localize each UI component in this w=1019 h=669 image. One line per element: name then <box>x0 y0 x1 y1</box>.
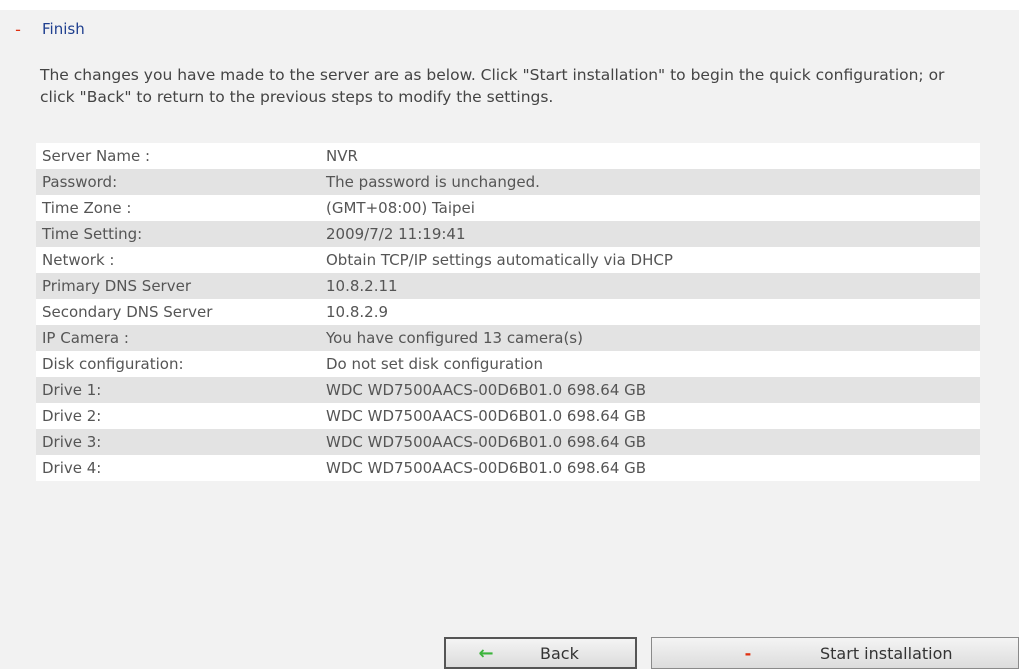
summary-label: Drive 2: <box>42 407 102 425</box>
collapse-toggle-icon[interactable]: - <box>8 20 28 39</box>
summary-label: Server Name : <box>42 147 151 165</box>
summary-row: Time Zone : (GMT+08:00) Taipei <box>36 195 980 221</box>
summary-row: Primary DNS Server 10.8.2.11 <box>36 273 980 299</box>
summary-label: Network : <box>42 251 115 269</box>
summary-row: Disk configuration: Do not set disk confi… <box>36 351 980 377</box>
left-arrow-icon: ← <box>478 642 494 664</box>
installation-finish-page: - Finish The changes you have made to th… <box>0 0 1019 669</box>
summary-value: The password is unchanged. <box>326 173 540 191</box>
summary-row: Time Setting: 2009/7/2 11:19:41 <box>36 221 980 247</box>
summary-value: 10.8.2.9 <box>326 303 389 321</box>
summary-label: Password: <box>42 173 118 191</box>
summary-value: (GMT+08:00) Taipei <box>326 199 475 217</box>
summary-label: Drive 1: <box>42 381 102 399</box>
summary-label: Drive 3: <box>42 433 102 451</box>
back-button[interactable]: ← Back <box>444 637 637 669</box>
summary-row: Password: The password is unchanged. <box>36 169 980 195</box>
section-title: Finish <box>42 20 85 38</box>
summary-value: 2009/7/2 11:19:41 <box>326 225 466 243</box>
button-bar: ← Back - Start installation <box>0 637 1019 669</box>
summary-row: Secondary DNS Server 10.8.2.9 <box>36 299 980 325</box>
settings-summary-table: Server Name : NVR Password: The password is… <box>36 143 980 481</box>
summary-row: IP Camera : You have configured 13 camera… <box>36 325 980 351</box>
summary-value: 10.8.2.11 <box>326 277 398 295</box>
summary-label: Drive 4: <box>42 459 102 477</box>
summary-value: WDC WD7500AACS-00D6B01.0 698.64 GB <box>326 381 647 399</box>
start-installation-button[interactable]: - Start installation <box>651 637 1019 669</box>
summary-row: Drive 3: WDC WD7500AACS-00D6B01.0 698.64 … <box>36 429 980 455</box>
summary-value: WDC WD7500AACS-00D6B01.0 698.64 GB <box>326 433 647 451</box>
summary-label: Secondary DNS Server <box>42 303 213 321</box>
summary-label: Time Setting: <box>42 225 143 243</box>
summary-value: Obtain TCP/IP settings automatically via… <box>326 251 673 269</box>
summary-label: Disk configuration: <box>42 355 184 373</box>
summary-row: Drive 1: WDC WD7500AACS-00D6B01.0 698.64 … <box>36 377 980 403</box>
summary-value: NVR <box>326 147 358 165</box>
summary-label: IP Camera : <box>42 329 129 347</box>
summary-value: WDC WD7500AACS-00D6B01.0 698.64 GB <box>326 459 647 477</box>
summary-value: You have configured 13 camera(s) <box>326 329 583 347</box>
summary-row: Drive 4: WDC WD7500AACS-00D6B01.0 698.64 … <box>36 455 980 481</box>
summary-value: Do not set disk configuration <box>326 355 543 373</box>
intro-text: The changes you have made to the server … <box>40 66 945 106</box>
summary-label: Time Zone : <box>42 199 132 217</box>
minus-icon: - <box>744 643 752 663</box>
summary-row: Drive 2: WDC WD7500AACS-00D6B01.0 698.64 … <box>36 403 980 429</box>
start-installation-button-label: Start installation <box>820 643 953 663</box>
summary-row: Server Name : NVR <box>36 143 980 169</box>
top-strip <box>0 0 1019 10</box>
back-button-label: Back <box>540 643 579 663</box>
summary-label: Primary DNS Server <box>42 277 191 295</box>
summary-row: Network : Obtain TCP/IP settings automati… <box>36 247 980 273</box>
section-header: - Finish <box>0 18 85 40</box>
summary-value: WDC WD7500AACS-00D6B01.0 698.64 GB <box>326 407 647 425</box>
